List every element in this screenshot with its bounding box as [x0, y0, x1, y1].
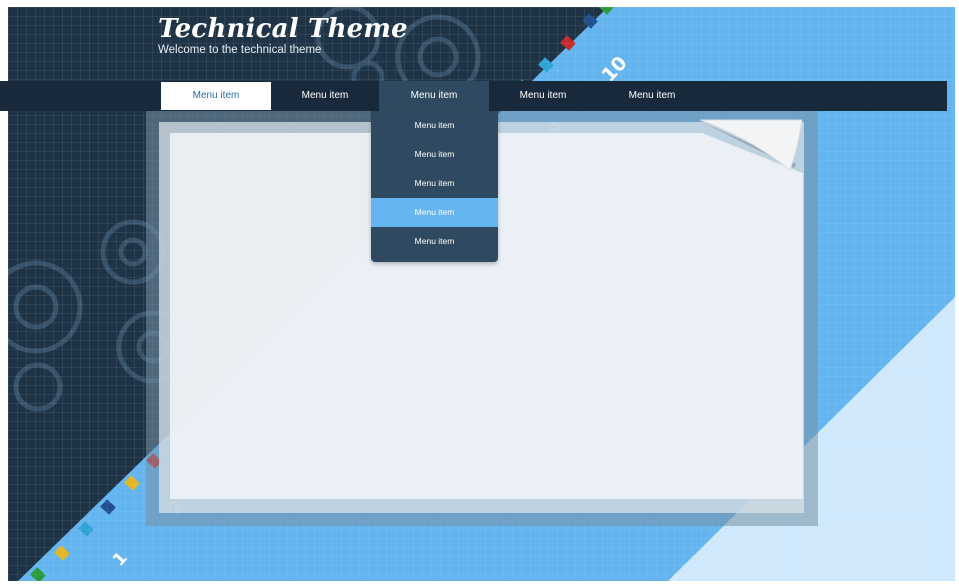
nav-item-3[interactable]: Menu item — [379, 81, 489, 111]
dropdown-item-3[interactable]: Menu item — [371, 169, 498, 198]
brand: Technical Theme Welcome to the technical… — [158, 14, 408, 57]
nav-dropdown: Menu item Menu item Menu item Menu item … — [371, 111, 498, 262]
site-title: Technical Theme — [158, 14, 408, 44]
dropdown-item-5[interactable]: Menu item — [371, 227, 498, 256]
nav-item-5[interactable]: Menu item — [597, 81, 707, 111]
dropdown-item-2[interactable]: Menu item — [371, 140, 498, 169]
site-subtitle: Welcome to the technical theme — [158, 44, 322, 56]
nav-item-2[interactable]: Menu item — [270, 81, 380, 111]
page-curl — [699, 119, 803, 171]
main-navbar: Menu item Menu item Menu item Menu item … — [0, 81, 947, 111]
dropdown-item-4[interactable]: Menu item — [371, 198, 498, 227]
nav-item-1[interactable]: Menu item — [161, 82, 271, 110]
nav-item-4[interactable]: Menu item — [488, 81, 598, 111]
dropdown-item-1[interactable]: Menu item — [371, 111, 498, 140]
